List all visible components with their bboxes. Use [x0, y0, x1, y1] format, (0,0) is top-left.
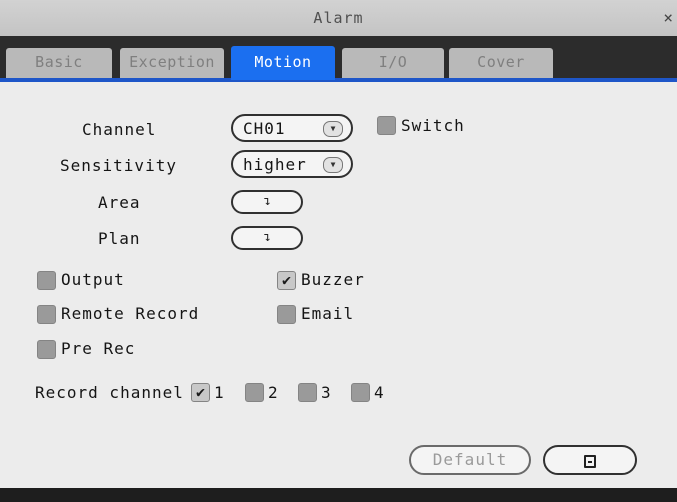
alarm-dialog: Alarm × Basic Exception Motion I/O Cover… [0, 0, 677, 488]
tab-basic[interactable]: Basic [6, 48, 112, 78]
channel-select[interactable]: CH01 ▼ [231, 114, 353, 142]
floppy-disk-icon [584, 455, 596, 468]
bottom-bar [0, 488, 677, 502]
buzzer-label: Buzzer [301, 270, 365, 289]
record-channel-3-label: 3 [321, 383, 332, 402]
pre-rec-checkbox[interactable] [37, 340, 56, 359]
switch-label: Switch [401, 116, 465, 135]
channel-label: Channel [82, 120, 157, 139]
chevron-down-icon: ▼ [323, 121, 343, 137]
default-button[interactable]: Default [409, 445, 531, 475]
tab-strip: Basic Exception Motion I/O Cover [0, 36, 677, 82]
record-channel-1-label: 1 [214, 383, 225, 402]
tab-motion[interactable]: Motion [231, 46, 335, 80]
sensitivity-value: higher [243, 155, 307, 174]
record-channel-label: Record channel [35, 383, 184, 402]
record-channel-2-checkbox[interactable] [245, 383, 264, 402]
area-setup-button[interactable]: ↴ [231, 190, 303, 214]
email-checkbox[interactable] [277, 305, 296, 324]
sensitivity-select[interactable]: higher ▼ [231, 150, 353, 178]
switch-checkbox[interactable] [377, 116, 396, 135]
save-button[interactable] [543, 445, 637, 475]
tab-exception[interactable]: Exception [120, 48, 224, 78]
record-channel-2-label: 2 [268, 383, 279, 402]
window-title: Alarm [313, 9, 364, 27]
record-channel-3-checkbox[interactable] [298, 383, 317, 402]
record-channel-4-label: 4 [374, 383, 385, 402]
remote-record-label: Remote Record [61, 304, 200, 323]
sensitivity-label: Sensitivity [60, 156, 177, 175]
chevron-down-icon: ▼ [323, 157, 343, 173]
tab-cover[interactable]: Cover [449, 48, 553, 78]
remote-record-checkbox[interactable] [37, 305, 56, 324]
pre-rec-label: Pre Rec [61, 339, 136, 358]
title-bar: Alarm × [0, 0, 677, 36]
area-label: Area [98, 193, 141, 212]
tab-io[interactable]: I/O [342, 48, 444, 78]
record-channel-1-checkbox[interactable]: ✔ [191, 383, 210, 402]
email-label: Email [301, 304, 355, 323]
close-icon[interactable]: × [663, 8, 673, 27]
output-checkbox[interactable] [37, 271, 56, 290]
output-label: Output [61, 270, 125, 289]
record-channel-4-checkbox[interactable] [351, 383, 370, 402]
buzzer-checkbox[interactable]: ✔ [277, 271, 296, 290]
plan-setup-button[interactable]: ↴ [231, 226, 303, 250]
plan-label: Plan [98, 229, 141, 248]
channel-value: CH01 [243, 119, 286, 138]
